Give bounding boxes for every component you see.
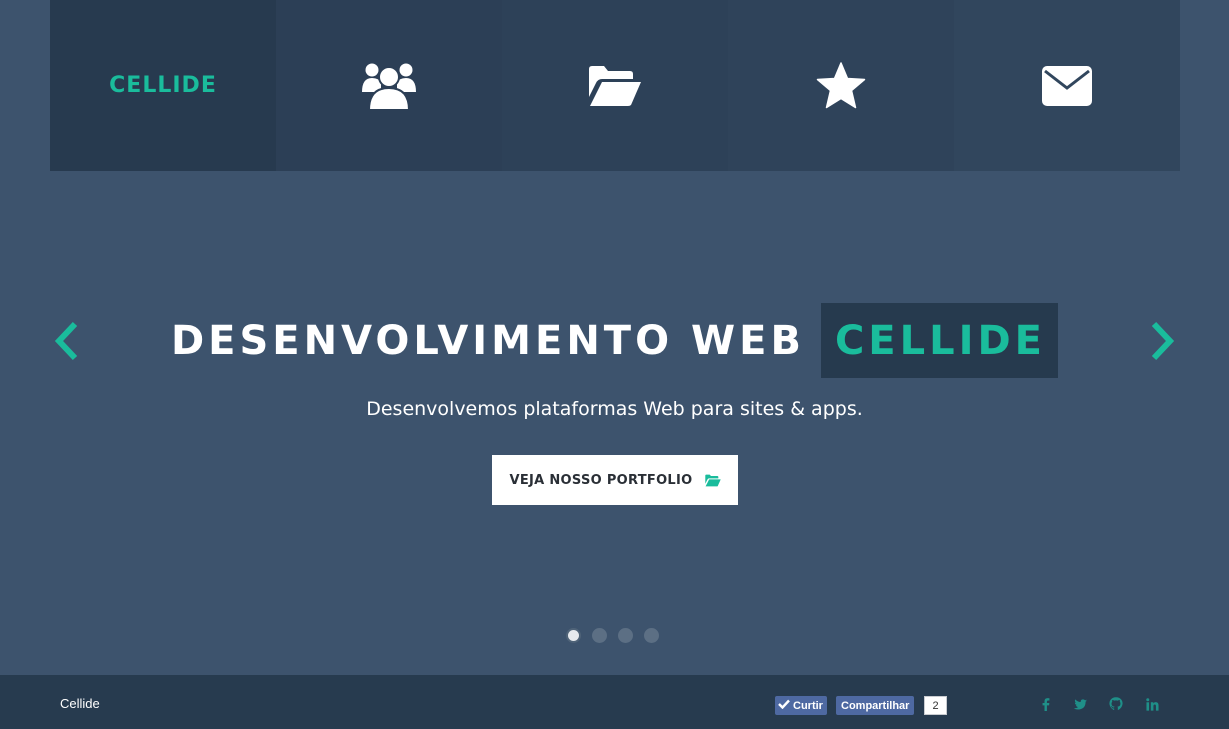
share-count: 2 (924, 696, 947, 715)
folder-open-icon (704, 474, 721, 487)
top-nav: CELLIDE (50, 0, 1180, 171)
headline-main: DESENVOLVIMENTO WEB (170, 317, 805, 364)
star-icon (816, 61, 866, 110)
hero-carousel: DESENVOLVIMENTO WEB CELLIDE Desenvolvemo… (0, 171, 1229, 675)
facebook-icon (1042, 696, 1050, 715)
hero-subtitle: Desenvolvemos plataformas Web para sites… (366, 398, 863, 420)
linkedin-link[interactable] (1144, 697, 1160, 713)
headline-accent: CELLIDE (820, 303, 1059, 378)
facebook-share-button[interactable]: Compartilhar (836, 696, 915, 715)
carousel-dot-2[interactable] (592, 628, 607, 643)
like-label: Curtir (793, 699, 823, 712)
facebook-link[interactable] (1038, 697, 1054, 713)
folder-open-icon (588, 65, 642, 107)
carousel-indicators (566, 628, 659, 643)
carousel-dot-3[interactable] (618, 628, 633, 643)
nav-item-team[interactable] (276, 0, 502, 171)
portfolio-button-label: VEJA NOSSO PORTFOLIO (509, 472, 693, 488)
check-icon (778, 699, 793, 712)
portfolio-button[interactable]: VEJA NOSSO PORTFOLIO (492, 455, 738, 505)
twitter-link[interactable] (1072, 697, 1088, 713)
share-label: Compartilhar (841, 699, 910, 712)
nav-item-portfolio[interactable] (502, 0, 728, 171)
users-icon (361, 61, 417, 111)
github-icon (1109, 696, 1123, 715)
brand-tile[interactable]: CELLIDE (50, 0, 276, 171)
carousel-dot-4[interactable] (644, 628, 659, 643)
brand-logo-text: CELLIDE (109, 73, 217, 98)
linkedin-icon (1145, 696, 1159, 715)
envelope-icon (1041, 65, 1093, 107)
carousel-dot-1[interactable] (568, 630, 579, 641)
hero-headline: DESENVOLVIMENTO WEB CELLIDE (0, 303, 1229, 378)
github-link[interactable] (1108, 696, 1124, 715)
footer: Cellide Curtir Compartilhar 2 (0, 675, 1229, 729)
twitter-icon (1073, 696, 1087, 715)
footer-brand: Cellide (60, 696, 100, 711)
nav-item-contact[interactable] (954, 0, 1180, 171)
nav-item-services[interactable] (728, 0, 954, 171)
facebook-like-button[interactable]: Curtir (775, 696, 827, 715)
